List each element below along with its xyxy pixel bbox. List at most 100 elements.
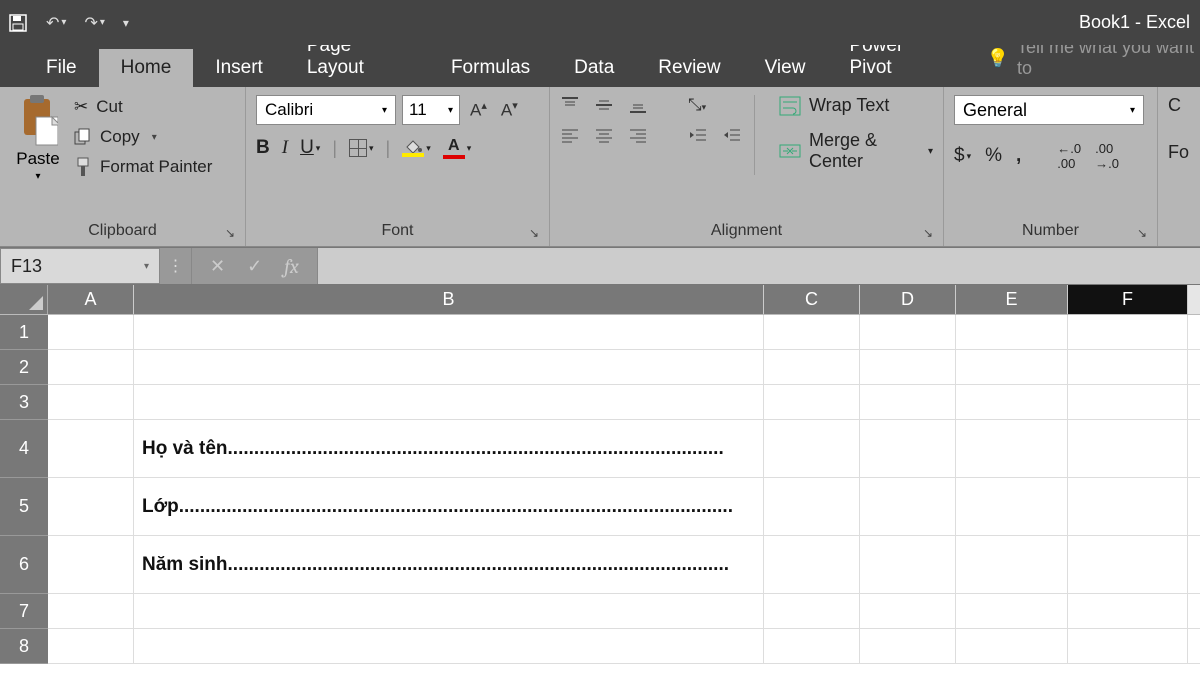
- undo-button[interactable]: ↶ ▾: [46, 13, 66, 33]
- cell-B5[interactable]: Lớp.....................................…: [134, 478, 764, 535]
- cancel-formula-button[interactable]: ✕: [210, 256, 225, 277]
- increase-indent-button[interactable]: [722, 127, 742, 143]
- cell[interactable]: [48, 420, 134, 477]
- row-header-6[interactable]: 6: [0, 536, 48, 594]
- cell[interactable]: [860, 420, 956, 477]
- column-header-D[interactable]: D: [860, 285, 956, 314]
- row-header-7[interactable]: 7: [0, 594, 48, 629]
- cell[interactable]: [956, 478, 1068, 535]
- align-center-button[interactable]: [594, 127, 614, 143]
- cell[interactable]: [134, 385, 764, 419]
- copy-button[interactable]: Copy ▾: [74, 127, 212, 147]
- cell[interactable]: [956, 420, 1068, 477]
- tab-insert[interactable]: Insert: [193, 49, 285, 87]
- tab-file[interactable]: File: [24, 49, 99, 87]
- name-box[interactable]: F13▾: [0, 248, 160, 284]
- column-header-B[interactable]: B: [134, 285, 764, 314]
- separator[interactable]: ⋮: [160, 248, 192, 284]
- comma-format-button[interactable]: ,: [1016, 145, 1021, 167]
- cell[interactable]: [1068, 385, 1188, 419]
- cell-B6[interactable]: Năm sinh................................…: [134, 536, 764, 593]
- cell[interactable]: [764, 536, 860, 593]
- redo-button[interactable]: ↷ ▾: [84, 13, 104, 33]
- wrap-text-button[interactable]: Wrap Text: [779, 95, 933, 116]
- row-header-1[interactable]: 1: [0, 315, 48, 350]
- cell[interactable]: [860, 350, 956, 384]
- number-format-selector[interactable]: General▾: [954, 95, 1144, 125]
- cell[interactable]: [48, 385, 134, 419]
- font-size-selector[interactable]: 11▾: [402, 95, 460, 125]
- cell[interactable]: [764, 478, 860, 535]
- decrease-font-button[interactable]: A▾: [497, 99, 522, 121]
- increase-decimal-button[interactable]: ←.0.00: [1057, 141, 1081, 171]
- column-header-A[interactable]: A: [48, 285, 134, 314]
- bold-button[interactable]: B: [256, 137, 270, 159]
- cell[interactable]: [956, 350, 1068, 384]
- tab-formulas[interactable]: Formulas: [429, 49, 552, 87]
- font-name-selector[interactable]: Calibri▾: [256, 95, 396, 125]
- select-all-corner[interactable]: [0, 285, 48, 314]
- worksheet-grid[interactable]: A B C D E F 1 2 3 4 5 6 7 8 Họ và tên...…: [0, 285, 1200, 675]
- cut-button[interactable]: ✂ Cut: [74, 97, 212, 117]
- orientation-button[interactable]: ⤡▾: [688, 95, 706, 115]
- cell[interactable]: [134, 629, 764, 663]
- insert-function-button[interactable]: fx: [284, 255, 299, 278]
- cell[interactable]: [48, 629, 134, 663]
- cell[interactable]: [764, 420, 860, 477]
- cell[interactable]: [48, 315, 134, 349]
- qat-customize-button[interactable]: ▾: [123, 16, 129, 30]
- number-dialog-launcher[interactable]: ↘: [1137, 226, 1147, 240]
- cell[interactable]: [764, 594, 860, 628]
- formula-bar-input[interactable]: [317, 248, 1200, 284]
- tab-data[interactable]: Data: [552, 49, 636, 87]
- font-color-button[interactable]: A ▾: [443, 137, 472, 159]
- decrease-decimal-button[interactable]: .00→.0: [1095, 141, 1119, 171]
- cell[interactable]: [48, 350, 134, 384]
- column-header-C[interactable]: C: [764, 285, 860, 314]
- cell[interactable]: [860, 315, 956, 349]
- cell[interactable]: [956, 594, 1068, 628]
- percent-format-button[interactable]: %: [985, 145, 1002, 167]
- tab-review[interactable]: Review: [636, 49, 742, 87]
- save-button[interactable]: [8, 13, 28, 33]
- cell[interactable]: [1068, 478, 1188, 535]
- cell[interactable]: [956, 629, 1068, 663]
- cell[interactable]: [1068, 350, 1188, 384]
- cell[interactable]: [860, 385, 956, 419]
- cell[interactable]: [48, 478, 134, 535]
- accounting-format-button[interactable]: $▾: [954, 145, 971, 167]
- row-header-3[interactable]: 3: [0, 385, 48, 420]
- cell-B4[interactable]: Họ và tên...............................…: [134, 420, 764, 477]
- align-bottom-button[interactable]: [628, 95, 648, 115]
- cell[interactable]: [764, 315, 860, 349]
- cell[interactable]: [764, 385, 860, 419]
- cell[interactable]: [1068, 594, 1188, 628]
- cell[interactable]: [1068, 420, 1188, 477]
- row-header-5[interactable]: 5: [0, 478, 48, 536]
- cell[interactable]: [48, 536, 134, 593]
- italic-button[interactable]: I: [282, 137, 288, 159]
- borders-button[interactable]: ▾: [349, 139, 374, 157]
- cell[interactable]: [956, 385, 1068, 419]
- cell[interactable]: [860, 594, 956, 628]
- cell[interactable]: [48, 594, 134, 628]
- align-right-button[interactable]: [628, 127, 648, 143]
- font-dialog-launcher[interactable]: ↘: [529, 226, 539, 240]
- cell[interactable]: [860, 478, 956, 535]
- tab-view[interactable]: View: [743, 49, 828, 87]
- fill-color-button[interactable]: ▾: [402, 139, 431, 157]
- increase-font-button[interactable]: A▴: [466, 99, 491, 121]
- align-middle-button[interactable]: [594, 95, 614, 115]
- format-painter-button[interactable]: Format Painter: [74, 157, 212, 177]
- alignment-dialog-launcher[interactable]: ↘: [923, 226, 933, 240]
- cell[interactable]: [860, 536, 956, 593]
- cell[interactable]: [956, 536, 1068, 593]
- paste-button[interactable]: Paste ▾: [10, 95, 66, 182]
- row-header-2[interactable]: 2: [0, 350, 48, 385]
- decrease-indent-button[interactable]: [688, 127, 708, 143]
- cell[interactable]: [764, 350, 860, 384]
- row-header-8[interactable]: 8: [0, 629, 48, 664]
- clipboard-dialog-launcher[interactable]: ↘: [225, 226, 235, 240]
- cell[interactable]: [134, 350, 764, 384]
- underline-button[interactable]: U▾: [300, 137, 320, 159]
